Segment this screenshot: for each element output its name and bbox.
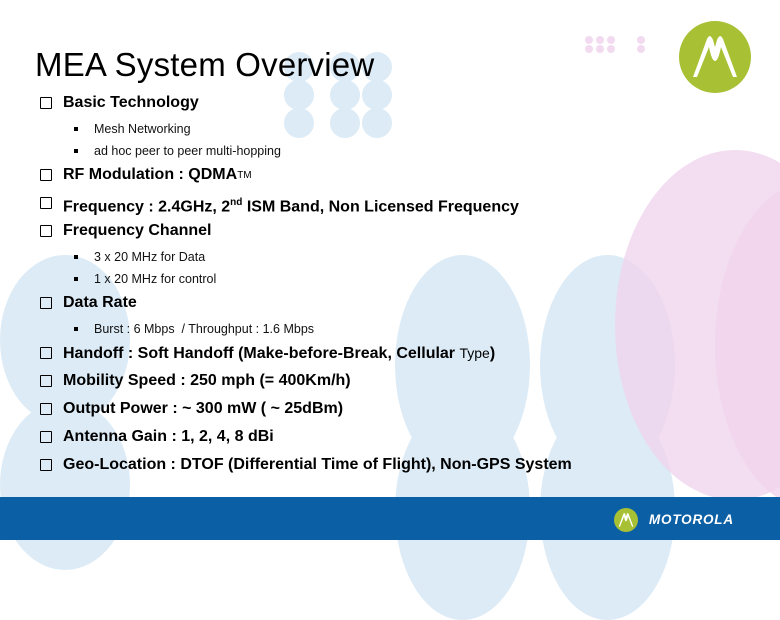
- square-bullet-icon: [74, 149, 78, 153]
- sub-bullet-text: 1 x 20 MHz for control: [94, 272, 217, 286]
- sub-bullet: Mesh Networking: [40, 120, 740, 142]
- bullet-rf-modulation: RF Modulation : QDMATM: [40, 164, 740, 192]
- superscript: nd: [230, 197, 243, 208]
- checkbox-bullet-icon: [40, 297, 52, 309]
- bullet-text: Antenna Gain : 1, 2, 4, 8 dBi: [63, 428, 274, 445]
- motorola-m-icon: [618, 513, 634, 527]
- footer-brand-name: MOTOROLA: [649, 512, 734, 527]
- bullet-text: Geo-Location : DTOF (Differential Time o…: [63, 456, 572, 473]
- checkbox-bullet-icon: [40, 197, 52, 209]
- bullet-list: Basic Technology Mesh Networking ad hoc …: [40, 92, 740, 482]
- bullet-text: RF Modulation : QDMA: [63, 166, 238, 183]
- sub-bullet-text: ad hoc peer to peer multi-hopping: [94, 144, 281, 158]
- bullet-output-power: Output Power : ~ 300 mW ( ~ 25dBm): [40, 398, 740, 426]
- bullet-text: Data Rate: [63, 294, 137, 311]
- sub-bullet: 3 x 20 MHz for Data: [40, 248, 740, 270]
- bullet-text: Output Power : ~ 300 mW ( ~ 25dBm): [63, 400, 344, 417]
- bullet-data-rate: Data Rate: [40, 292, 740, 320]
- bullet-frequency: Frequency : 2.4GHz, 2nd ISM Band, Non Li…: [40, 192, 740, 220]
- bullet-handoff: Handoff : Soft Handoff (Make-before-Brea…: [40, 342, 740, 370]
- bullet-text: Frequency Channel: [63, 222, 212, 239]
- sub-bullet: Burst : 6 Mbps / Throughput : 1.6 Mbps: [40, 320, 740, 342]
- bullet-text: ISM Band, Non Licensed Frequency: [242, 198, 519, 216]
- sub-bullet-text: 3 x 20 MHz for Data: [94, 250, 206, 264]
- sub-bullet: ad hoc peer to peer multi-hopping: [40, 142, 740, 164]
- bullet-text: Mobility Speed : 250 mph (= 400Km/h): [63, 372, 351, 389]
- checkbox-bullet-icon: [40, 347, 52, 359]
- bullet-frequency-channel: Frequency Channel: [40, 220, 740, 248]
- square-bullet-icon: [74, 255, 78, 259]
- bullet-text: Frequency : 2.4GHz, 2: [63, 198, 231, 216]
- slide-title: MEA System Overview: [35, 46, 375, 84]
- trademark-mark: TM: [237, 170, 252, 181]
- sub-bullet-text: Burst : 6 Mbps / Throughput : 1.6 Mbps: [94, 322, 315, 336]
- bullet-text: ): [489, 345, 496, 362]
- bullet-geo-location: Geo-Location : DTOF (Differential Time o…: [40, 454, 740, 482]
- footer-motorola-logo: [614, 508, 638, 532]
- bullet-basic-technology: Basic Technology: [40, 92, 740, 120]
- bullet-text: Basic Technology: [63, 94, 199, 111]
- bullet-antenna-gain: Antenna Gain : 1, 2, 4, 8 dBi: [40, 426, 740, 454]
- square-bullet-icon: [74, 327, 78, 331]
- motorola-logo: [679, 21, 751, 93]
- checkbox-bullet-icon: [40, 97, 52, 109]
- checkbox-bullet-icon: [40, 375, 52, 387]
- checkbox-bullet-icon: [40, 225, 52, 237]
- bullet-text: Handoff : Soft Handoff (Make-before-Brea…: [63, 345, 460, 362]
- checkbox-bullet-icon: [40, 169, 52, 181]
- checkbox-bullet-icon: [40, 431, 52, 443]
- square-bullet-icon: [74, 277, 78, 281]
- motorola-m-icon: [693, 36, 737, 77]
- bullet-mobility-speed: Mobility Speed : 250 mph (= 400Km/h): [40, 370, 740, 398]
- square-bullet-icon: [74, 127, 78, 131]
- checkbox-bullet-icon: [40, 459, 52, 471]
- bullet-text-small: Type: [459, 345, 490, 361]
- checkbox-bullet-icon: [40, 403, 52, 415]
- sub-bullet-text: Mesh Networking: [94, 122, 191, 136]
- sub-bullet: 1 x 20 MHz for control: [40, 270, 740, 292]
